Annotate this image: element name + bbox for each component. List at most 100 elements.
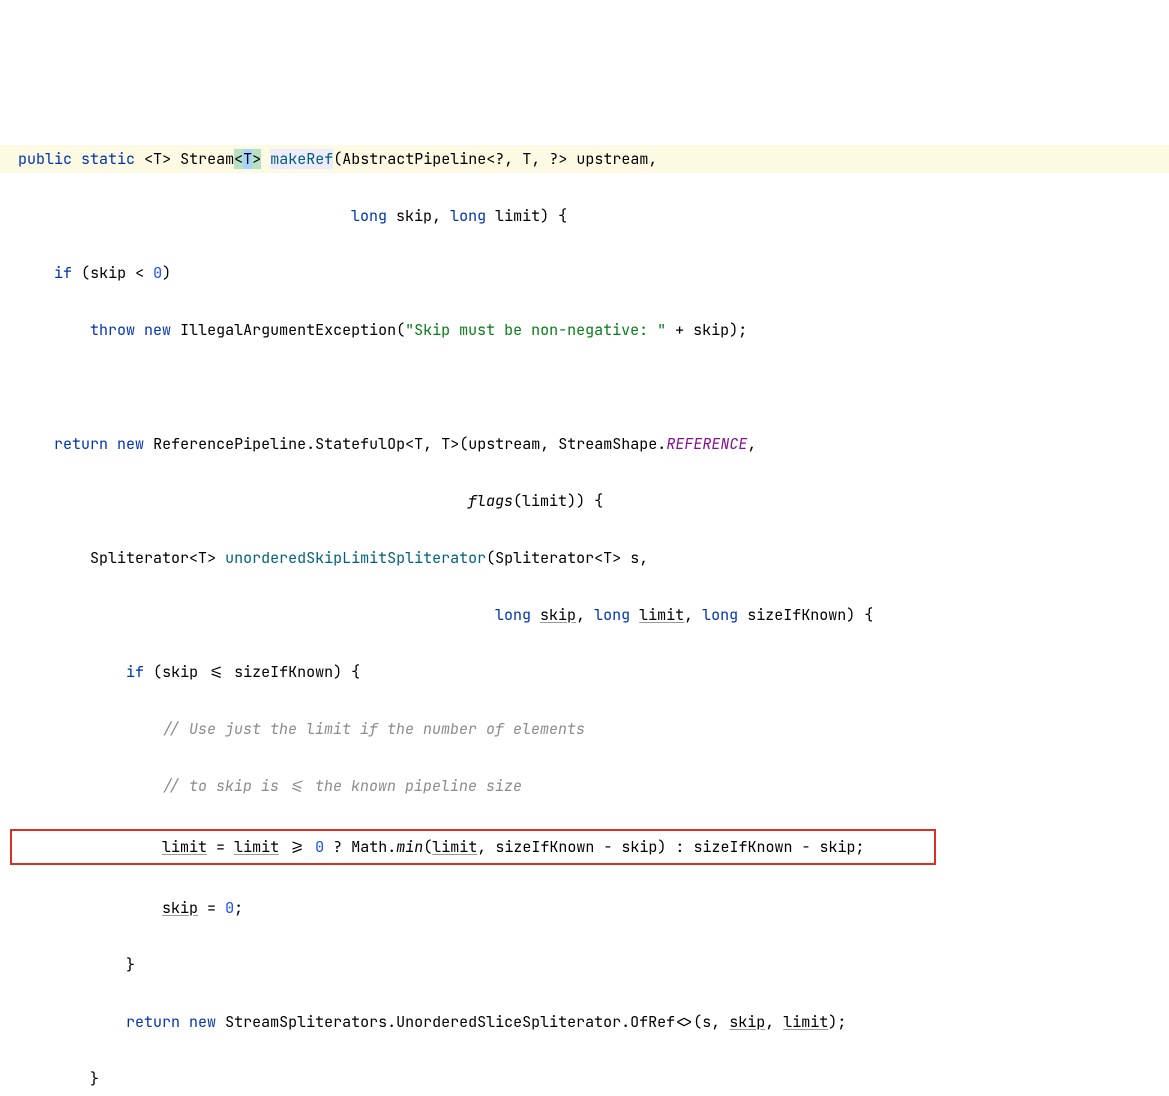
brace: } [126, 955, 135, 975]
code-line[interactable]: long skip, long limit, long sizeIfKnown)… [0, 601, 1169, 630]
paren: ( [513, 491, 522, 511]
angle: > [612, 548, 621, 568]
code-line[interactable]: return new StreamSpliterators.UnorderedS… [0, 1008, 1169, 1037]
highlighted-line[interactable]: limit = limit >= 0 ? Math.min(limit, siz… [0, 829, 1169, 866]
paren: ) [567, 491, 576, 511]
type-math: Math [351, 837, 387, 857]
brace: { [558, 206, 567, 226]
method-unorderedskiplimitspliterator: unorderedSkipLimitSpliterator [225, 548, 486, 568]
var-skip: skip [820, 837, 856, 857]
semi: ; [234, 898, 243, 918]
param-s: s [630, 548, 639, 568]
var-skip: skip [693, 320, 729, 340]
paren: ) [657, 837, 666, 857]
paren: ) [729, 320, 738, 340]
type-spliterator: Spliterator [90, 548, 189, 568]
comment-line: // to skip is <= the known pipeline size [162, 776, 522, 796]
op-ge: >= [288, 837, 306, 857]
param-skip: skip [396, 206, 432, 226]
paren: ( [81, 263, 90, 283]
code-line[interactable]: if (skip <= sizeIfKnown) { [0, 658, 1169, 687]
comma: , [504, 149, 513, 169]
method-makeRef: makeRef [270, 149, 333, 169]
paren: ) [333, 662, 342, 682]
type-streamshape: StreamShape [558, 434, 657, 454]
type-ofref: OfRef [630, 1012, 675, 1032]
var-sizeifknown: sizeIfKnown [693, 837, 792, 857]
op-ternary-colon: : [675, 837, 684, 857]
type-illegalargumentexception: IllegalArgumentException [180, 320, 396, 340]
type-unorderedslicespliterator: UnorderedSliceSpliterator [396, 1012, 621, 1032]
code-line[interactable]: skip = 0; [0, 894, 1169, 923]
generic-open: < [144, 149, 153, 169]
dot: . [306, 434, 315, 454]
generic-t: T [603, 548, 612, 568]
literal-zero: 0 [153, 263, 162, 283]
code-line[interactable]: } [0, 1065, 1169, 1094]
code-line[interactable]: if (skip < 0) [0, 259, 1169, 288]
comment-line: // Use just the limit if the number of e… [162, 719, 585, 739]
op-le: <= [207, 662, 225, 682]
angle: > [558, 149, 567, 169]
code-line[interactable]: public static <T> Stream<T> makeRef(Abst… [0, 145, 1169, 174]
var-sizeifknown: sizeIfKnown [234, 662, 333, 682]
type-spliterator: Spliterator [495, 548, 594, 568]
var-skip: skip [162, 898, 198, 918]
var-skip: skip [90, 263, 126, 283]
var-limit: limit [162, 837, 207, 857]
literal-zero: 0 [225, 898, 234, 918]
field-reference: REFERENCE [666, 434, 747, 454]
paren: ) [162, 263, 171, 283]
paren: ) [576, 491, 585, 511]
var-skip: skip [162, 662, 198, 682]
keyword-new: new [117, 434, 144, 454]
param-limit: limit [495, 206, 540, 226]
generic-t: T [198, 548, 207, 568]
keyword-long: long [450, 206, 486, 226]
angle: < [405, 434, 414, 454]
keyword-if: if [54, 263, 72, 283]
paren: ) [846, 605, 855, 625]
comma: , [639, 548, 648, 568]
keyword-public: public [18, 149, 72, 169]
comma: , [531, 149, 540, 169]
red-highlight-box: limit = limit >= 0 ? Math.min(limit, siz… [10, 829, 936, 866]
keyword-long: long [702, 605, 738, 625]
brace: { [351, 662, 360, 682]
code-line[interactable]: long skip, long limit) { [0, 202, 1169, 231]
generic-t: T [522, 149, 531, 169]
code-line-blank[interactable] [0, 373, 1169, 402]
generic-t: T [441, 434, 450, 454]
op-assign: = [207, 898, 216, 918]
code-line[interactable]: } [0, 951, 1169, 980]
code-line[interactable]: // to skip is <= the known pipeline size [0, 772, 1169, 801]
code-editor[interactable]: public static <T> Stream<T> makeRef(Abst… [0, 114, 1169, 1096]
generic-t: T [153, 149, 162, 169]
wildcard: ? [495, 149, 504, 169]
paren: ( [333, 149, 342, 169]
code-line[interactable]: flags(limit)) { [0, 487, 1169, 516]
comma: , [711, 1012, 720, 1032]
param-upstream: upstream [576, 149, 648, 169]
type-abstractpipeline: AbstractPipeline [342, 149, 486, 169]
op-lt: < [135, 263, 144, 283]
keyword-return: return [126, 1012, 180, 1032]
comma: , [747, 434, 756, 454]
param-skip: skip [540, 605, 576, 625]
angle: > [450, 434, 459, 454]
type-referencepipeline: ReferencePipeline [153, 434, 306, 454]
keyword-static: static [81, 149, 135, 169]
param-limit: limit [639, 605, 684, 625]
angle: < [594, 548, 603, 568]
var-upstream: upstream [468, 434, 540, 454]
string-literal: "Skip must be non-negative: " [405, 320, 666, 340]
paren: ( [693, 1012, 702, 1032]
code-line[interactable]: return new ReferencePipeline.StatefulOp<… [0, 430, 1169, 459]
code-line[interactable]: throw new IllegalArgumentException("Skip… [0, 316, 1169, 345]
op-ternary-q: ? [333, 837, 342, 857]
brace: } [90, 1069, 99, 1089]
comma: , [765, 1012, 774, 1032]
paren: ( [396, 320, 405, 340]
code-line[interactable]: // Use just the limit if the number of e… [0, 715, 1169, 744]
type-statefulop: StatefulOp [315, 434, 405, 454]
